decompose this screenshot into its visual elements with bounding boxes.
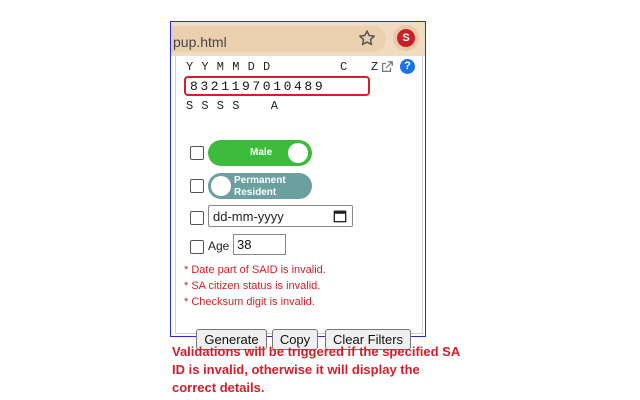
date-filter-checkbox[interactable] xyxy=(190,211,204,225)
age-input[interactable] xyxy=(233,234,286,255)
extension-logo-icon: S xyxy=(397,29,415,47)
extension-button[interactable]: S xyxy=(393,25,419,51)
error-citizen-status: * SA citizen status is invalid. xyxy=(184,280,321,292)
open-in-new-icon[interactable] xyxy=(380,60,394,74)
validation-errors: * Date part of SAID is invalid. * SA cit… xyxy=(184,262,326,310)
date-placeholder: dd-mm-yyyy xyxy=(213,209,284,224)
error-checksum: * Checksum digit is invalid. xyxy=(184,296,315,308)
residency-toggle[interactable]: Permanent Resident xyxy=(208,173,312,199)
birth-date-input[interactable]: dd-mm-yyyy xyxy=(208,205,353,227)
extension-popup-frame: pup.html S Y Y M M D D C Z ? S S S S A M… xyxy=(170,21,426,350)
calendar-icon[interactable] xyxy=(333,209,347,223)
error-date: * Date part of SAID is invalid. xyxy=(184,264,326,276)
gender-toggle-label: Male xyxy=(250,147,273,158)
gender-filter-checkbox[interactable] xyxy=(190,146,204,160)
gender-toggle-knob xyxy=(288,143,308,163)
id-format-bottom-labels: S S S S A xyxy=(186,99,279,113)
gender-toggle[interactable]: Male xyxy=(208,140,312,166)
help-icon[interactable]: ? xyxy=(400,59,415,74)
url-text: pup.html xyxy=(173,34,227,50)
caption-text: Validations will be triggered if the spe… xyxy=(172,344,460,395)
address-bar[interactable]: pup.html xyxy=(171,26,386,52)
age-label: Age xyxy=(208,239,230,253)
browser-toolbar: pup.html S xyxy=(171,22,425,56)
residency-filter-checkbox[interactable] xyxy=(190,179,204,193)
sa-id-input[interactable] xyxy=(184,76,370,96)
id-format-top-labels: Y Y M M D D C Z xyxy=(186,60,379,74)
residency-toggle-label: Permanent Resident xyxy=(234,175,286,198)
age-filter-checkbox[interactable] xyxy=(190,240,204,254)
residency-toggle-knob xyxy=(211,176,231,196)
popup-body: Y Y M M D D C Z ? S S S S A Male Permane… xyxy=(175,56,423,350)
bookmark-star-icon[interactable] xyxy=(357,28,377,48)
